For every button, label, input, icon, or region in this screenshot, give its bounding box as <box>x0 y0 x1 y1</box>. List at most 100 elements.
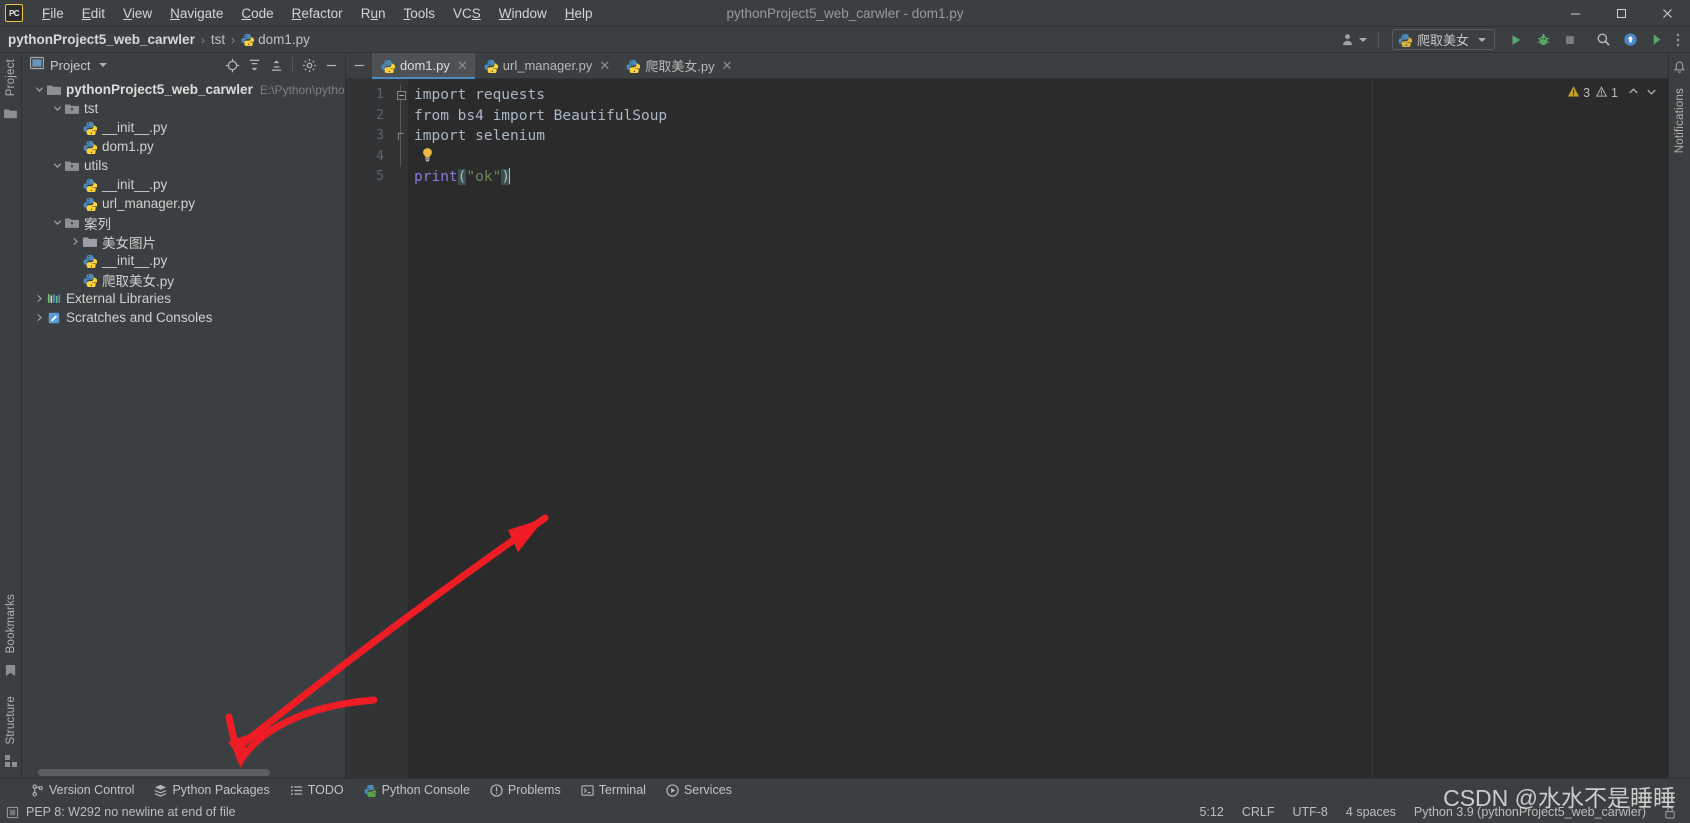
tree-node[interactable]: External Libraries <box>22 289 345 308</box>
chevron-down-icon <box>1358 37 1367 42</box>
close-button[interactable] <box>1644 0 1690 27</box>
tree-node[interactable]: __init__.py <box>22 118 345 137</box>
fold-collapse-icon[interactable] <box>394 85 408 106</box>
bottom-tool-version-control[interactable]: Version Control <box>22 781 143 799</box>
warning-count[interactable]: 3 <box>1567 85 1590 101</box>
updates-button[interactable] <box>1618 29 1642 51</box>
chevron-down-icon[interactable] <box>50 104 64 113</box>
bottom-tool-services[interactable]: Services <box>657 781 741 799</box>
hide-tabs-button[interactable] <box>346 53 372 78</box>
python-file-icon <box>82 197 98 211</box>
editor-tab[interactable]: url_manager.py ✕ <box>475 53 618 78</box>
chevron-down-icon[interactable] <box>99 63 108 67</box>
bottom-tool-problems[interactable]: Problems <box>481 781 570 799</box>
chevron-right-icon[interactable] <box>32 294 46 303</box>
bottom-tool-todo[interactable]: TODO <box>281 781 353 799</box>
minimize-button[interactable] <box>1552 0 1598 27</box>
tree-node[interactable]: tst <box>22 99 345 118</box>
tree-node[interactable]: utils <box>22 156 345 175</box>
tab-close-icon[interactable]: ✕ <box>722 58 733 74</box>
inspection-widget[interactable]: 3 1 <box>1373 79 1668 101</box>
chevron-right-icon[interactable] <box>32 313 46 322</box>
editor-tab[interactable]: 爬取美女.py ✕ <box>617 53 739 78</box>
rail-label-structure[interactable]: Structure <box>5 696 17 744</box>
target-icon[interactable] <box>222 55 242 75</box>
tree-node[interactable]: 美女图片 <box>22 232 345 251</box>
previous-problem-icon[interactable] <box>1627 85 1640 101</box>
hide-toolbar-button[interactable] <box>1645 29 1669 51</box>
menu-item-run[interactable]: Run <box>352 3 395 24</box>
tree-node[interactable]: 案列 <box>22 213 345 232</box>
hide-panel-icon[interactable] <box>321 55 341 75</box>
menu-item-navigate[interactable]: Navigate <box>161 3 232 24</box>
caret-position[interactable]: 5:12 <box>1199 805 1223 819</box>
lightbulb-intention-icon[interactable] <box>421 147 434 164</box>
tree-node[interactable]: __init__.py <box>22 251 345 270</box>
tree-node-path: E:\Python\pythonPr <box>259 82 345 97</box>
line-separator[interactable]: CRLF <box>1242 805 1275 819</box>
notifications-bell-icon[interactable] <box>1673 61 1686 80</box>
chevron-down-icon[interactable] <box>50 218 64 227</box>
file-encoding[interactable]: UTF-8 <box>1292 805 1327 819</box>
run-button[interactable] <box>1504 29 1528 51</box>
list-icon <box>290 784 303 797</box>
chevron-down-icon[interactable] <box>50 161 64 170</box>
menu-item-tools[interactable]: Tools <box>394 3 444 24</box>
gear-icon[interactable] <box>299 55 319 75</box>
breadcrumb-file[interactable]: dom1.py <box>258 32 310 47</box>
fold-gutter[interactable] <box>394 79 408 778</box>
user-avatar-button[interactable] <box>1337 29 1371 51</box>
line-number: 5 <box>376 169 384 184</box>
menu-item-code[interactable]: Code <box>232 3 282 24</box>
chevron-down-icon[interactable] <box>32 85 46 94</box>
collapse-all-icon[interactable] <box>266 55 286 75</box>
text-caret <box>509 168 511 184</box>
python-interpreter[interactable]: Python 3.9 (pythonProject5_web_carwler) <box>1414 805 1646 819</box>
bottom-tool-python-packages[interactable]: Python Packages <box>145 781 278 799</box>
next-problem-icon[interactable] <box>1645 85 1658 101</box>
fold-end-icon[interactable] <box>394 126 408 147</box>
project-tree[interactable]: pythonProject5_web_carwler E:\Python\pyth… <box>22 77 345 778</box>
weak-warning-count[interactable]: 1 <box>1595 85 1618 101</box>
project-tree-hscrollbar[interactable] <box>38 769 270 776</box>
menu-item-edit[interactable]: Edit <box>73 3 114 24</box>
tree-node[interactable]: dom1.py <box>22 137 345 156</box>
menu-item-help[interactable]: Help <box>556 3 602 24</box>
tree-node[interactable]: url_manager.py <box>22 194 345 213</box>
debug-button[interactable] <box>1531 29 1555 51</box>
tree-node[interactable]: Scratches and Consoles <box>22 308 345 327</box>
menu-item-window[interactable]: Window <box>490 3 556 24</box>
breadcrumb-project[interactable]: pythonProject5_web_carwler <box>8 32 195 47</box>
chevron-right-icon[interactable] <box>68 237 82 246</box>
tab-close-icon[interactable]: ✕ <box>599 58 610 74</box>
rail-label-project[interactable]: Project <box>5 59 17 96</box>
breadcrumb-folder[interactable]: tst <box>211 32 225 47</box>
folder-plain-icon <box>82 236 98 248</box>
stop-button[interactable] <box>1558 29 1582 51</box>
more-options-button[interactable] <box>1672 29 1684 51</box>
code-token: import requests <box>414 87 545 103</box>
tree-node[interactable]: pythonProject5_web_carwler E:\Python\pyth… <box>22 80 345 99</box>
tab-close-icon[interactable]: ✕ <box>457 58 468 74</box>
menu-item-vcs[interactable]: VCS <box>444 3 490 24</box>
editor-tab[interactable]: dom1.py ✕ <box>372 53 475 79</box>
tree-node[interactable]: __init__.py <box>22 175 345 194</box>
lock-icon[interactable] <box>1664 806 1676 819</box>
tree-node[interactable]: 爬取美女.py <box>22 270 345 289</box>
rail-label-bookmarks[interactable]: Bookmarks <box>5 594 17 653</box>
editor-area[interactable]: 1 2 3 4 5 import requests from bs4 import Bea… <box>346 79 1668 778</box>
menu-item-view[interactable]: View <box>114 3 161 24</box>
run-configuration-selector[interactable]: 爬取美女 <box>1391 29 1495 50</box>
maximize-button[interactable] <box>1598 0 1644 27</box>
indent-setting[interactable]: 4 spaces <box>1346 805 1396 819</box>
menu-item-refactor[interactable]: Refactor <box>283 3 352 24</box>
terminal-icon <box>581 784 594 797</box>
toolbar-divider <box>1377 31 1379 48</box>
rail-label-notifications[interactable]: Notifications <box>1674 88 1686 153</box>
bottom-tool-terminal[interactable]: Terminal <box>572 781 655 799</box>
structure-icon <box>4 754 17 772</box>
bottom-tool-python-console[interactable]: Python Console <box>355 781 479 799</box>
menu-item-file[interactable]: File <box>33 3 73 24</box>
search-everywhere-button[interactable] <box>1591 29 1615 51</box>
expand-all-icon[interactable] <box>244 55 264 75</box>
